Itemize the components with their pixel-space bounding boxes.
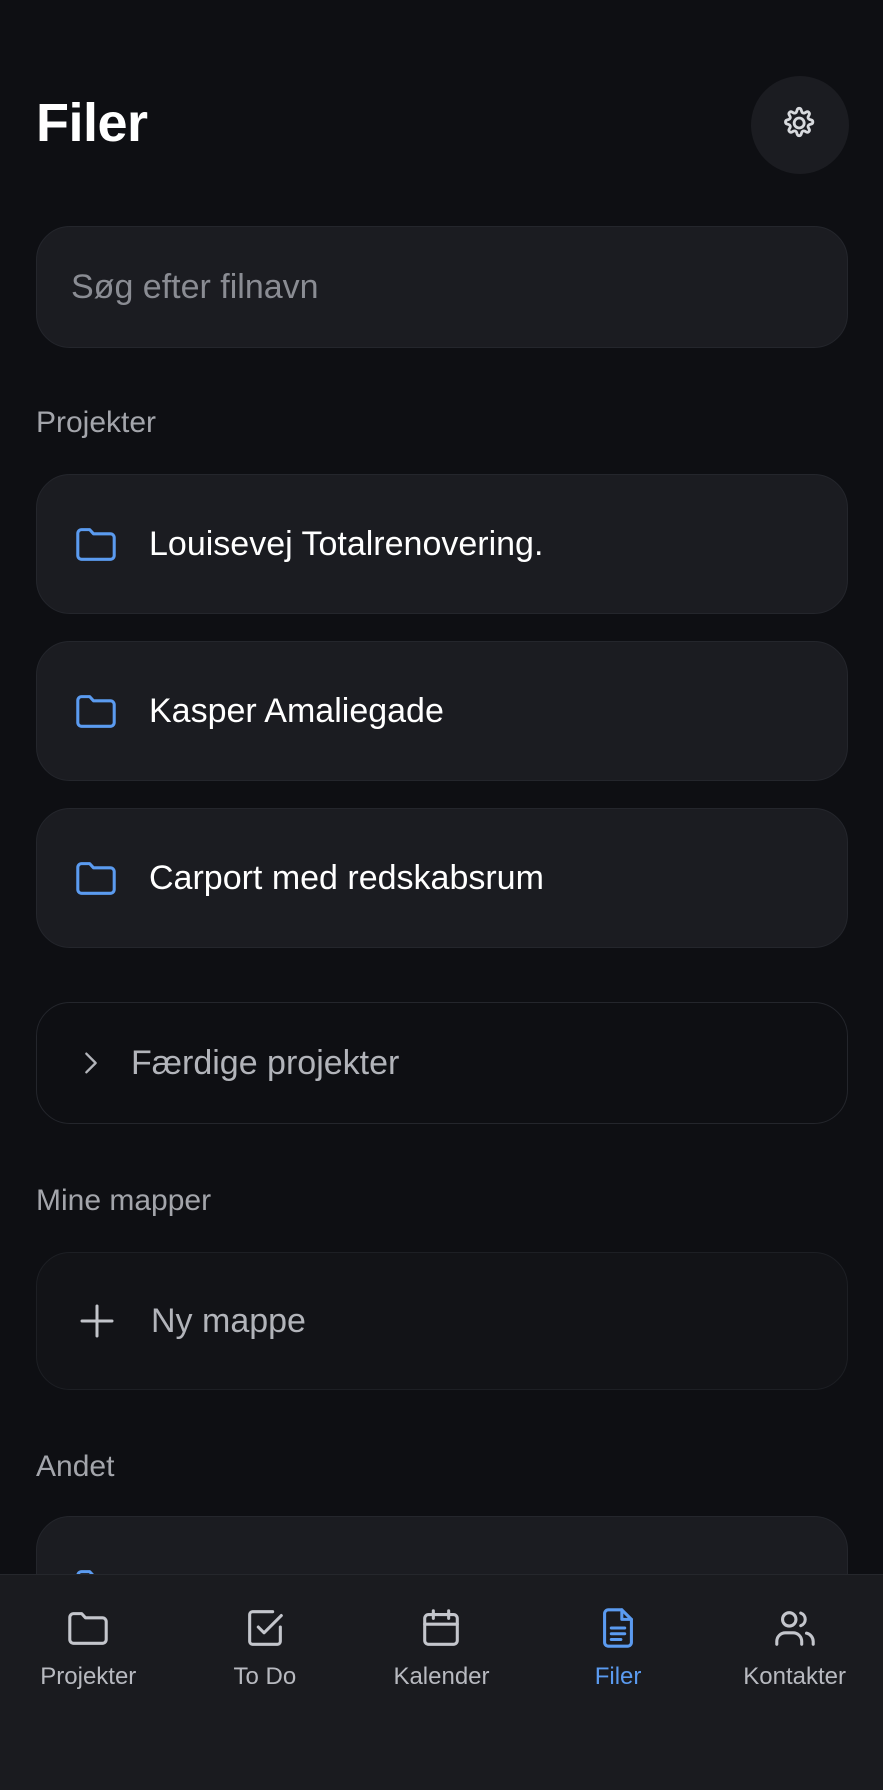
project-item[interactable]: Carport med redskabsrum bbox=[36, 808, 848, 948]
folder-icon bbox=[68, 1612, 109, 1645]
gear-icon bbox=[784, 106, 815, 138]
completed-projects-label: Færdige projekter bbox=[131, 1043, 400, 1082]
completed-projects-toggle[interactable]: Færdige projekter bbox=[36, 1002, 848, 1124]
tab-kalender[interactable]: Kalender bbox=[353, 1575, 530, 1790]
section-label-projects: Projekter bbox=[36, 406, 157, 439]
tab-label: Kalender bbox=[393, 1663, 490, 1690]
section-label-other: Andet bbox=[36, 1450, 115, 1483]
checkbox-icon bbox=[248, 1610, 283, 1646]
users-icon bbox=[774, 1611, 815, 1646]
calendar-icon bbox=[423, 1609, 460, 1646]
files-screen: Filer Projekter Louisevej Totalrenoverin… bbox=[0, 0, 883, 1790]
project-item[interactable]: Louisevej Totalrenovering. bbox=[36, 474, 848, 614]
tab-kontakter[interactable]: Kontakter bbox=[706, 1575, 883, 1790]
document-icon bbox=[603, 1608, 634, 1648]
search-field[interactable] bbox=[36, 226, 848, 348]
bottom-tab-bar: Projekter To Do Kalender Filer Kontakter bbox=[0, 1574, 883, 1790]
new-folder-label: Ny mappe bbox=[151, 1301, 306, 1340]
folder-icon bbox=[76, 695, 116, 728]
tab-label: Kontakter bbox=[743, 1663, 847, 1690]
plus-icon bbox=[80, 1304, 114, 1338]
tab-label: Projekter bbox=[40, 1663, 137, 1690]
folder-icon bbox=[76, 862, 116, 895]
section-label-my-folders: Mine mapper bbox=[36, 1184, 212, 1217]
tab-filer[interactable]: Filer bbox=[530, 1575, 707, 1790]
tab-projekter[interactable]: Projekter bbox=[0, 1575, 177, 1790]
settings-button[interactable] bbox=[751, 76, 849, 174]
search-input[interactable] bbox=[71, 267, 847, 307]
project-item[interactable]: Kasper Amaliegade bbox=[36, 641, 848, 781]
new-folder-button[interactable]: Ny mappe bbox=[36, 1252, 848, 1390]
project-label: Louisevej Totalrenovering. bbox=[149, 524, 544, 563]
chevron-right-icon bbox=[85, 1052, 97, 1074]
page-title: Filer bbox=[36, 93, 148, 153]
folder-icon bbox=[76, 528, 116, 561]
project-label: Kasper Amaliegade bbox=[149, 691, 444, 730]
tab-label: To Do bbox=[233, 1663, 297, 1690]
tab-to-do[interactable]: To Do bbox=[177, 1575, 354, 1790]
project-label: Carport med redskabsrum bbox=[149, 858, 544, 897]
tab-label: Filer bbox=[594, 1663, 642, 1690]
